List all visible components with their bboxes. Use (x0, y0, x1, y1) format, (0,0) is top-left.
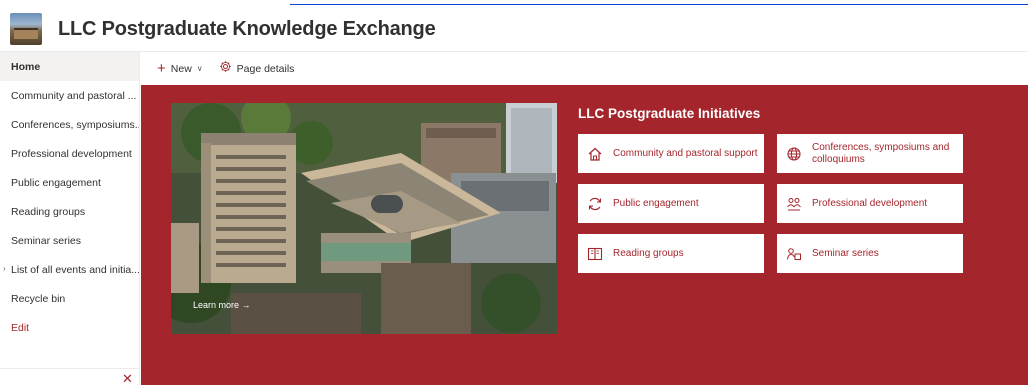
people-icon (785, 195, 803, 213)
site-title[interactable]: LLC Postgraduate Knowledge Exchange (58, 18, 436, 41)
nav-divider (0, 368, 140, 369)
page-details-label: Page details (236, 62, 295, 75)
cropped-top-strip (0, 0, 1028, 7)
book-icon (586, 245, 604, 263)
cropped-link (290, 0, 1028, 5)
person-board-icon (785, 245, 803, 263)
nav-item-professional-development[interactable]: Professional development (0, 139, 139, 168)
plus-icon: + (157, 60, 166, 77)
site-header: LLC Postgraduate Knowledge Exchange (0, 7, 1028, 52)
learn-more-link[interactable]: Learn more → (193, 300, 251, 310)
site-logo[interactable] (10, 13, 42, 45)
gear-icon (219, 60, 232, 77)
globe-icon (785, 145, 803, 163)
nav-item-list-all-events[interactable]: › List of all events and initia... (0, 255, 139, 284)
chevron-right-icon[interactable]: › (3, 264, 6, 273)
nav-item-conferences[interactable]: Conferences, symposiums... (0, 110, 139, 139)
hero-image[interactable]: Learn more → (171, 103, 557, 334)
nav-item-seminar-series[interactable]: Seminar series (0, 226, 139, 255)
new-button-label: New (170, 62, 192, 75)
nav-item-reading-groups[interactable]: Reading groups (0, 197, 139, 226)
tile-label: Seminar series (812, 247, 879, 259)
command-bar: + New ∨ Page details (141, 52, 1028, 85)
tile-community-pastoral[interactable]: Community and pastoral support (578, 134, 764, 173)
new-button[interactable]: + New ∨ (157, 60, 203, 77)
page-canvas: Learn more → LLC Postgraduate Initiative… (141, 85, 1028, 385)
nav-edit-link[interactable]: Edit (0, 313, 139, 342)
initiatives-title: LLC Postgraduate Initiatives (578, 106, 761, 121)
sync-icon (586, 195, 604, 213)
tile-label: Community and pastoral support (613, 147, 758, 159)
nav-item-list-all-events-label: List of all events and initia... (11, 263, 139, 276)
tile-seminar-series[interactable]: Seminar series (777, 234, 963, 273)
chevron-down-icon: ∨ (196, 64, 203, 73)
left-navigation: Home Community and pastoral ... Conferen… (0, 52, 140, 385)
tile-label: Professional development (812, 197, 928, 209)
nav-item-home[interactable]: Home (0, 52, 139, 81)
tile-conferences[interactable]: Conferences, symposiums and colloquiums (777, 134, 963, 173)
tile-label: Reading groups (613, 247, 684, 259)
tile-label: Public engagement (613, 197, 699, 209)
nav-item-recycle-bin[interactable]: Recycle bin (0, 284, 139, 313)
close-icon[interactable]: ✕ (122, 371, 133, 385)
page-details-button[interactable]: Page details (219, 60, 295, 77)
tile-reading-groups[interactable]: Reading groups (578, 234, 764, 273)
home-icon (586, 145, 604, 163)
tile-label: Conferences, symposiums and colloquiums (812, 141, 950, 165)
nav-item-community-pastoral[interactable]: Community and pastoral ... (0, 81, 139, 110)
tile-professional-development[interactable]: Professional development (777, 184, 963, 223)
tile-public-engagement[interactable]: Public engagement (578, 184, 764, 223)
nav-item-public-engagement[interactable]: Public engagement (0, 168, 139, 197)
